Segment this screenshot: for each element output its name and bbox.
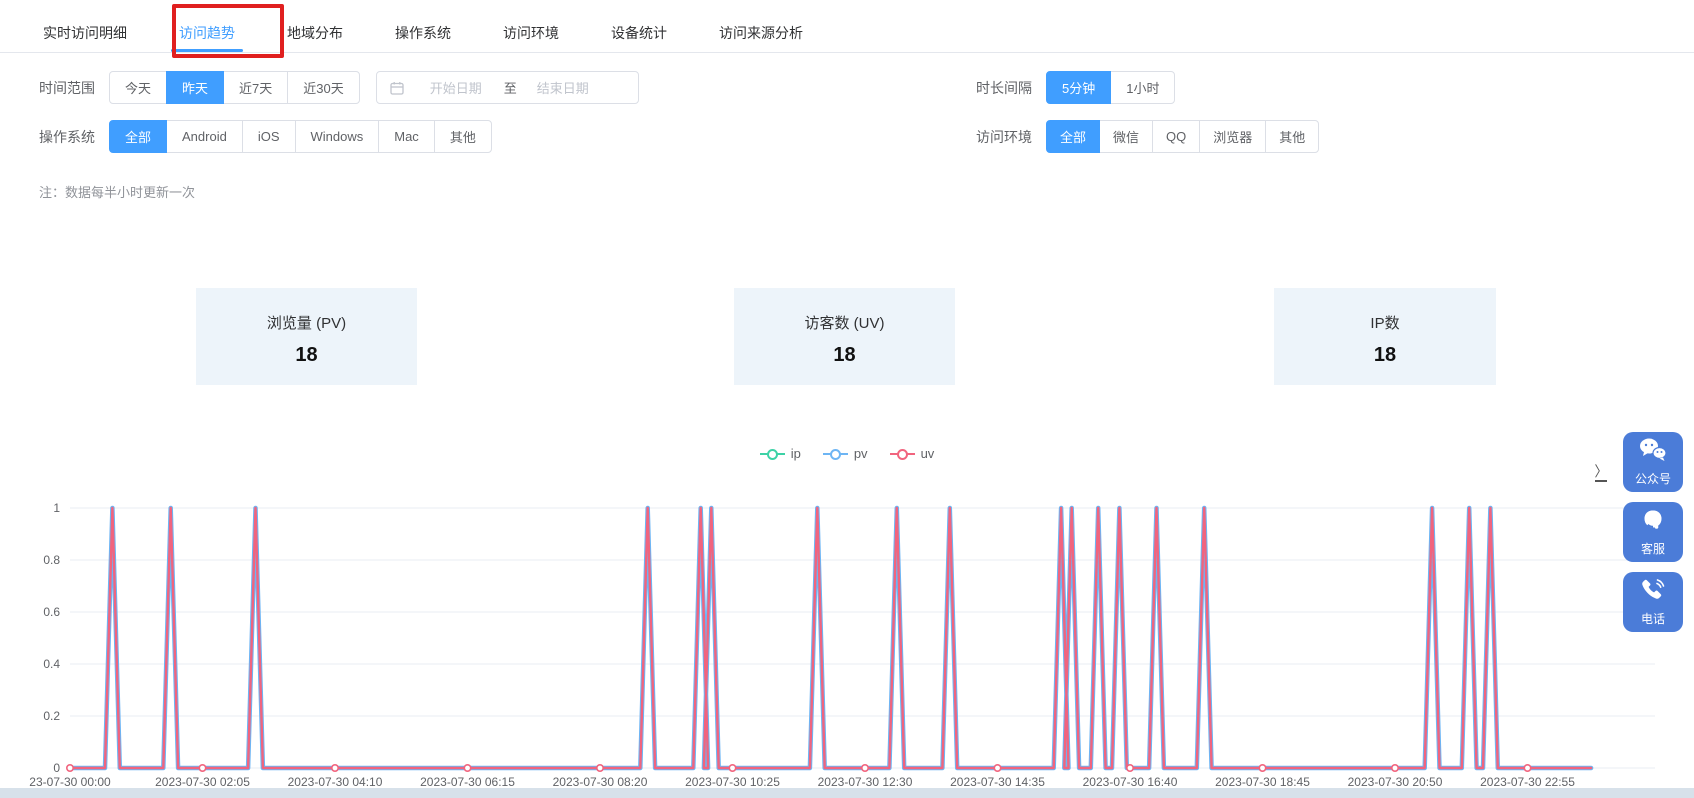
series-line-pv xyxy=(70,508,1591,768)
y-tick-label: 1 xyxy=(53,501,60,515)
phone-icon xyxy=(1639,577,1667,608)
ip-card: IP数 18 xyxy=(1274,288,1496,385)
data-marker xyxy=(1392,765,1398,771)
x-tick-label: 2023-07-30 16:40 xyxy=(1083,775,1178,789)
pv-card-value: 18 xyxy=(196,344,417,367)
time-range-group: 今天昨天近7天近30天 xyxy=(109,71,360,104)
y-tick-label: 0.4 xyxy=(43,657,60,671)
env-row: 访问环境 全部微信QQ浏览器其他 xyxy=(976,120,1319,153)
data-marker xyxy=(729,765,735,771)
float-button-公众号[interactable]: 公众号 xyxy=(1623,432,1683,492)
tab-访问来源分析[interactable]: 访问来源分析 xyxy=(719,14,803,52)
y-tick-label: 0.8 xyxy=(43,553,60,567)
x-tick-label: 2023-07-30 20:50 xyxy=(1348,775,1443,789)
ip-card-value: 18 xyxy=(1274,344,1496,367)
y-tick-label: 0.6 xyxy=(43,605,60,619)
uv-card-title: 访客数 (UV) xyxy=(734,312,955,333)
tab-设备统计[interactable]: 设备统计 xyxy=(611,14,667,52)
data-marker xyxy=(1259,765,1265,771)
option-其他[interactable]: 其他 xyxy=(1265,120,1319,153)
option-全部[interactable]: 全部 xyxy=(109,120,167,153)
tab-地域分布[interactable]: 地域分布 xyxy=(287,14,343,52)
data-marker xyxy=(597,765,603,771)
option-Mac[interactable]: Mac xyxy=(378,120,435,153)
float-button-电话[interactable]: 电话 xyxy=(1623,572,1683,632)
os-group: 全部AndroidiOSWindowsMac其他 xyxy=(109,120,492,153)
y-tick-label: 0 xyxy=(53,761,60,775)
update-note: 注：数据每半小时更新一次 xyxy=(39,182,195,201)
time-range-row: 时间范围 今天昨天近7天近30天 开始日期 至 结束日期 xyxy=(39,71,639,104)
data-marker xyxy=(1127,765,1133,771)
start-date-input[interactable]: 开始日期 xyxy=(430,78,482,97)
trend-chart-svg: 0 0.2 0.4 0.6 0.8 1 23-07-30 00:00 2023-07-30 0… xyxy=(0,440,1694,790)
option-昨天[interactable]: 昨天 xyxy=(166,71,224,104)
x-tick-label: 2023-07-30 02:05 xyxy=(155,775,250,789)
access-analytics-page: 实时访问明细访问趋势地域分布操作系统访问环境设备统计访问来源分析 时间范围 今天… xyxy=(0,0,1694,798)
bottom-strip xyxy=(0,788,1694,798)
os-label: 操作系统 xyxy=(39,127,95,147)
tab-访问趋势[interactable]: 访问趋势 xyxy=(179,14,235,52)
tab-bar: 实时访问明细 访问趋势 地域分布 操作系统 访问环境 设备统计 访问来源分析 xyxy=(0,14,1694,53)
option-iOS[interactable]: iOS xyxy=(242,120,296,153)
pv-card: 浏览量 (PV) 18 xyxy=(196,288,417,385)
tab-操作系统[interactable]: 操作系统 xyxy=(395,14,451,52)
x-tick-label: 2023-07-30 06:15 xyxy=(420,775,515,789)
option-1小时[interactable]: 1小时 xyxy=(1110,71,1175,104)
date-range-picker[interactable]: 开始日期 至 结束日期 xyxy=(376,71,639,104)
option-今天[interactable]: 今天 xyxy=(109,71,167,104)
data-marker xyxy=(994,765,1000,771)
float-button-客服[interactable]: 客服 xyxy=(1623,502,1683,562)
uv-card-value: 18 xyxy=(734,344,955,367)
end-date-input[interactable]: 结束日期 xyxy=(537,78,589,97)
data-marker xyxy=(67,765,73,771)
series-line-ip xyxy=(70,508,1591,768)
ip-card-title: IP数 xyxy=(1274,312,1496,333)
calendar-icon xyxy=(390,81,404,95)
data-marker xyxy=(862,765,868,771)
option-近30天[interactable]: 近30天 xyxy=(287,71,359,104)
x-tick-label: 2023-07-30 10:25 xyxy=(685,775,780,789)
x-tick-label: 2023-07-30 04:10 xyxy=(288,775,383,789)
trend-chart: 0 0.2 0.4 0.6 0.8 1 23-07-30 00:00 2023-07-30 0… xyxy=(0,440,1694,790)
x-tick-label: 2023-07-30 22:55 xyxy=(1480,775,1575,789)
interval-group: 5分钟1小时 xyxy=(1046,71,1175,104)
wechat-icon xyxy=(1638,437,1668,468)
data-marker xyxy=(464,765,470,771)
interval-row: 时长间隔 5分钟1小时 xyxy=(976,71,1175,104)
floating-widgets: 公众号客服电话 xyxy=(1623,432,1683,632)
pv-card-title: 浏览量 (PV) xyxy=(196,312,417,333)
uv-card: 访客数 (UV) 18 xyxy=(734,288,955,385)
collapse-arrow-icon[interactable]: 〉 xyxy=(1593,466,1609,482)
os-row: 操作系统 全部AndroidiOSWindowsMac其他 xyxy=(39,120,492,153)
env-group: 全部微信QQ浏览器其他 xyxy=(1046,120,1319,153)
y-tick-label: 0.2 xyxy=(43,709,60,723)
data-marker xyxy=(199,765,205,771)
time-range-label: 时间范围 xyxy=(39,78,95,98)
x-tick-label: 2023-07-30 14:35 xyxy=(950,775,1045,789)
env-label: 访问环境 xyxy=(976,127,1032,147)
option-5分钟[interactable]: 5分钟 xyxy=(1046,71,1111,104)
tab-访问环境[interactable]: 访问环境 xyxy=(503,14,559,52)
option-其他[interactable]: 其他 xyxy=(434,120,492,153)
interval-label: 时长间隔 xyxy=(976,78,1032,98)
option-QQ[interactable]: QQ xyxy=(1152,120,1200,153)
option-近7天[interactable]: 近7天 xyxy=(223,71,288,104)
x-tick-label: 2023-07-30 08:20 xyxy=(553,775,648,789)
x-tick-label: 2023-07-30 18:45 xyxy=(1215,775,1310,789)
option-浏览器[interactable]: 浏览器 xyxy=(1199,120,1266,153)
option-Android[interactable]: Android xyxy=(166,120,243,153)
data-marker xyxy=(332,765,338,771)
data-marker xyxy=(1524,765,1530,771)
x-tick-label: 23-07-30 00:00 xyxy=(29,775,111,789)
date-separator: 至 xyxy=(504,78,517,97)
tab-实时访问明细[interactable]: 实时访问明细 xyxy=(43,14,127,52)
option-全部[interactable]: 全部 xyxy=(1046,120,1100,153)
series-line-uv xyxy=(70,508,1591,768)
option-Windows[interactable]: Windows xyxy=(295,120,380,153)
option-微信[interactable]: 微信 xyxy=(1099,120,1153,153)
service-icon xyxy=(1639,507,1667,538)
x-tick-label: 2023-07-30 12:30 xyxy=(818,775,913,789)
